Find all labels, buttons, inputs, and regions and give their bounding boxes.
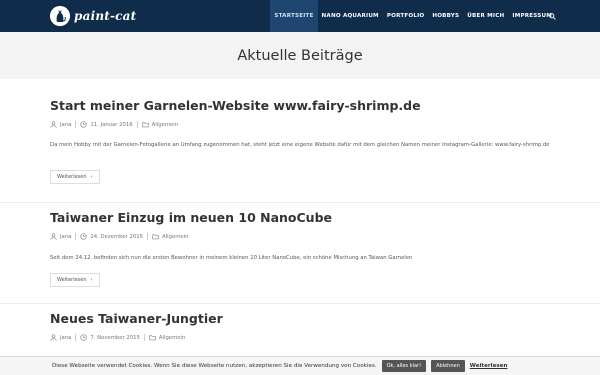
cookie-more-link[interactable]: Weiterlesen (470, 363, 508, 369)
folder-icon (152, 234, 159, 240)
divider (0, 202, 600, 203)
nav-item-hobbys[interactable]: HOBBYS (428, 0, 463, 32)
post-item: Neues Taiwaner-Jungtier Jana 7. November… (50, 311, 550, 341)
post-date: 7. November 2015 (90, 334, 140, 341)
post-excerpt: Seit dem 24.12. befinden sich nun die er… (50, 255, 413, 261)
user-icon (50, 334, 57, 341)
post-author[interactable]: Jana (60, 335, 71, 341)
folder-icon (141, 122, 149, 128)
post-category[interactable]: Allgemein (152, 122, 178, 128)
post-title[interactable]: Neues Taiwaner-Jungtier (50, 311, 550, 326)
cookie-accept-button[interactable]: Ok, alles klar! (381, 360, 427, 372)
clock-icon (80, 233, 88, 240)
read-more-label: Weiterlesen (57, 174, 87, 180)
read-more-button[interactable]: Weiterlesen › (50, 273, 100, 287)
post-meta: Jana 24. Dezember 2015 Allgemein (50, 233, 188, 240)
page-title: Aktuelle Beiträge (237, 47, 363, 64)
folder-icon (149, 335, 156, 341)
nav-item-startseite[interactable]: STARTSEITE (270, 0, 318, 32)
divider (0, 303, 600, 304)
post-excerpt: Da mein Hobby mit der Garnelen-Fotogalle… (50, 142, 550, 148)
nav-item-ueber-mich[interactable]: ÜBER MICH (463, 0, 508, 32)
post-title[interactable]: Start meiner Garnelen-Website www.fairy-… (50, 98, 550, 113)
main-nav: STARTSEITE NANO AQUARIUM PORTFOLIO HOBBY… (270, 0, 556, 32)
nav-item-portfolio[interactable]: PORTFOLIO (383, 0, 429, 32)
post-category[interactable]: Allgemein (159, 335, 185, 341)
post-title[interactable]: Taiwaner Einzug im neuen 10 NanoCube (50, 210, 550, 225)
post-author[interactable]: Jana (60, 122, 71, 128)
post-date: 11. Januar 2016 (90, 121, 133, 128)
cookie-text: Diese Webseite verwendet Cookies. Wenn S… (52, 363, 377, 369)
nav-item-nano-aquarium[interactable]: NANO AQUARIUM (318, 0, 383, 32)
post-meta: Jana 7. November 2015 Allgemein (50, 334, 185, 341)
search-icon[interactable] (546, 0, 558, 32)
user-icon (50, 121, 57, 128)
read-more-button[interactable]: Weiterlesen › (50, 170, 100, 184)
post-item: Start meiner Garnelen-Website www.fairy-… (0, 98, 600, 203)
read-more-label: Weiterlesen (57, 277, 87, 283)
site-logo[interactable]: paint-cat (50, 5, 136, 27)
clock-icon (80, 121, 88, 128)
clock-icon (80, 334, 88, 341)
post-meta: Jana 11. Januar 2016 Allgemein (50, 121, 178, 128)
cookie-decline-button[interactable]: Ablehnen (431, 360, 465, 372)
page-header: Aktuelle Beiträge (0, 32, 600, 79)
user-icon (50, 233, 57, 240)
logo-text: paint-cat (74, 9, 137, 23)
post-date: 24. Dezember 2015 (90, 233, 144, 240)
chevron-right-icon: › (90, 174, 93, 180)
post-author[interactable]: Jana (60, 234, 71, 240)
site-header: paint-cat STARTSEITE NANO AQUARIUM PORTF… (0, 0, 600, 32)
cat-logo-icon (50, 6, 70, 26)
chevron-right-icon: › (90, 277, 93, 283)
post-item: Taiwaner Einzug im neuen 10 NanoCube Jan… (0, 210, 600, 304)
cookie-bar: Diese Webseite verwendet Cookies. Wenn S… (0, 356, 600, 375)
post-category[interactable]: Allgemein (162, 234, 188, 240)
